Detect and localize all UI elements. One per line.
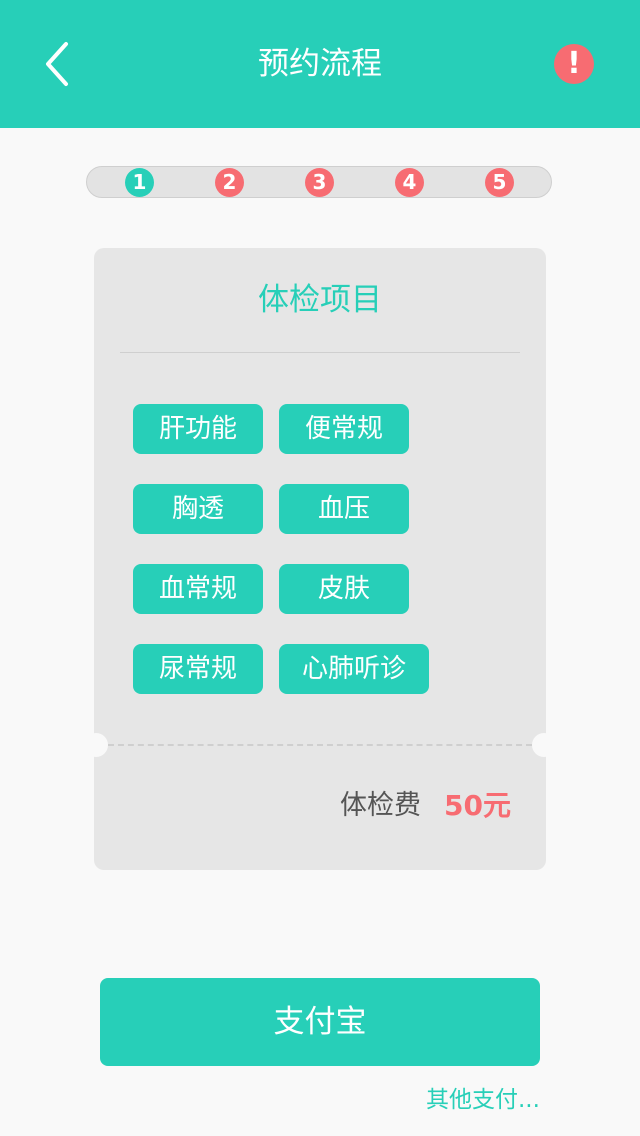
- step-4-indicator[interactable]: 4: [395, 168, 424, 197]
- top-nav-bar: 预约流程 !: [0, 0, 640, 128]
- step-3-indicator[interactable]: 3: [305, 168, 334, 197]
- exam-item-tag[interactable]: 心肺听诊: [279, 644, 429, 694]
- fee-amount: 50元: [444, 789, 511, 822]
- exam-item-tag[interactable]: 血压: [279, 484, 409, 534]
- step-1-indicator[interactable]: 1: [125, 168, 154, 197]
- exam-item-tag[interactable]: 尿常规: [133, 644, 263, 694]
- step-progress-bar: 1 2 3 4 5: [86, 166, 552, 198]
- ticket-notch-left: [84, 733, 108, 757]
- alert-icon[interactable]: !: [554, 44, 594, 84]
- exam-item-tag[interactable]: 血常规: [133, 564, 263, 614]
- card-title: 体检项目: [258, 282, 382, 318]
- dashed-divider: [108, 744, 532, 746]
- exam-item-tag[interactable]: 胸透: [133, 484, 263, 534]
- card-divider: [120, 352, 520, 353]
- fee-label: 体检费: [340, 790, 421, 821]
- alipay-button[interactable]: 支付宝: [100, 978, 540, 1066]
- step-2-indicator[interactable]: 2: [215, 168, 244, 197]
- step-5-indicator[interactable]: 5: [485, 168, 514, 197]
- page-title: 预约流程: [258, 46, 382, 82]
- exam-item-tag[interactable]: 肝功能: [133, 404, 263, 454]
- exam-item-tag[interactable]: 皮肤: [279, 564, 409, 614]
- ticket-notch-right: [532, 733, 556, 757]
- other-payment-link[interactable]: 其他支付...: [426, 1082, 540, 1118]
- exam-items-card: [94, 248, 546, 870]
- exam-item-tag[interactable]: 便常规: [279, 404, 409, 454]
